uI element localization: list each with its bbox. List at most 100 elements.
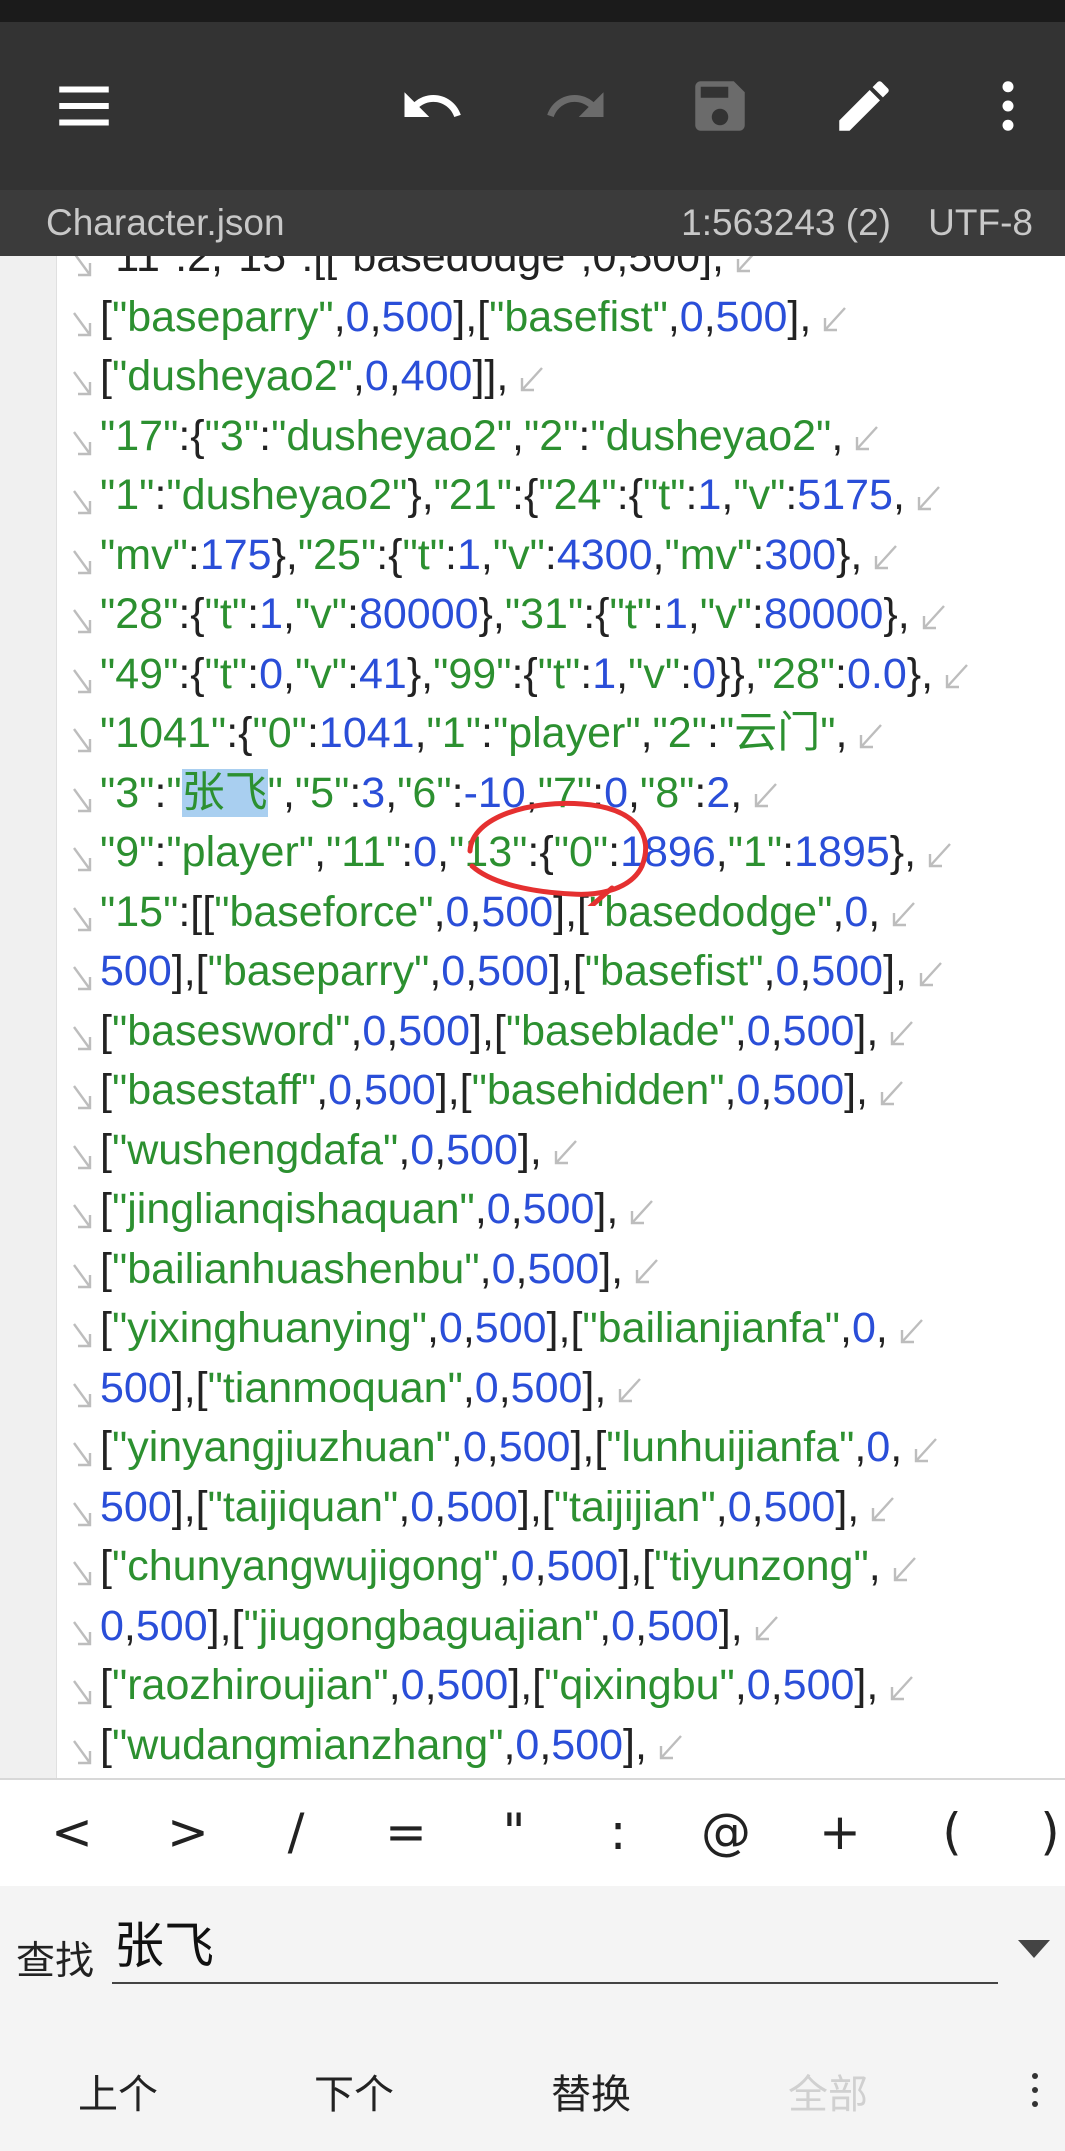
wrap-indicator-icon [68, 1668, 96, 1705]
code-token: "baseblade" [505, 1006, 735, 1055]
prev-button[interactable]: 上个 [38, 2062, 198, 2120]
code-line[interactable]: 500],["baseparry",0,500],["basefist",0,5… [60, 942, 1060, 1002]
code-line[interactable]: ["baseparry",0,500],["basefist",0,500], [60, 288, 1060, 348]
code-line[interactable]: ["yinyangjiuzhuan",0,500],["lunhuijianfa… [60, 1418, 1060, 1478]
editor-toolbar [0, 22, 1065, 190]
code-line[interactable]: ["yixinghuanying",0,500],["bailianjianfa… [60, 1299, 1060, 1359]
wrap-indicator-icon [68, 776, 96, 812]
wrap-indicator-icon [68, 954, 96, 991]
symbol-key[interactable]: : [578, 1794, 658, 1870]
code-editor[interactable]: "11":2,"15":[["basedodge",0,500], ["basep… [0, 256, 1065, 1778]
symbol-key[interactable]: ) [1010, 1794, 1065, 1870]
code-line[interactable]: "1041":{"0":1041,"1":"player","2":"云门", [60, 704, 1060, 764]
symbol-key[interactable]: " [474, 1794, 554, 1870]
code-line[interactable]: ["basestaff",0,500],["basehidden",0,500]… [60, 1061, 1060, 1121]
code-token: "dusheyao2" [166, 471, 408, 519]
code-token: ],[ [207, 1601, 244, 1650]
code-token: "player" [166, 828, 315, 876]
code-token: "basestaff" [111, 1066, 317, 1114]
code-token: , [512, 411, 524, 460]
code-token: , [469, 887, 482, 936]
wrap-indicator-icon [68, 895, 96, 931]
code-line[interactable]: ["wudangmianzhang",0,500], [60, 1716, 1060, 1776]
code-token: : [608, 828, 621, 876]
replace-button[interactable]: 替换 [511, 2062, 671, 2120]
code-line[interactable]: ["raozhiroujian",0,500],["qixingbu",0,50… [60, 1656, 1060, 1716]
edit-icon[interactable] [824, 66, 904, 146]
code-line[interactable]: "15":[["baseforce",0,500],["basedodge",0… [60, 883, 1060, 943]
code-line[interactable]: "11":2,"15":[["basedodge",0,500], [60, 256, 1060, 288]
symbol-key[interactable]: + [800, 1794, 880, 1870]
code-token: ], [854, 1661, 879, 1709]
code-line[interactable]: ["bailianhuashenbu",0,500], [60, 1240, 1060, 1300]
code-token: : [480, 709, 493, 757]
code-line[interactable]: "1":"dusheyao2"},"21":{"24":{"t":1,"v":5… [60, 466, 1060, 526]
code-token: }}, [716, 649, 757, 698]
symbol-key[interactable]: ( [912, 1794, 992, 1870]
code-token: , [799, 947, 812, 995]
code-line[interactable]: ["basesword",0,500],["baseblade",0,500], [60, 1002, 1060, 1062]
symbol-key[interactable]: @ [686, 1794, 766, 1870]
code-token: 0 [400, 1661, 425, 1709]
line-end-icon [755, 783, 778, 808]
code-line[interactable]: ["chunyangwujigong",0,500],["tiyunzong", [60, 1537, 1060, 1597]
code-token: "basefist" [489, 292, 668, 341]
code-token: , [715, 1482, 728, 1531]
code-line[interactable]: "17":{"3":"dusheyao2","2":"dusheyao2", [60, 407, 1060, 467]
symbol-key[interactable]: > [148, 1794, 228, 1870]
menu-icon[interactable] [44, 66, 124, 146]
code-token: , [386, 1006, 399, 1055]
encoding-label[interactable]: UTF-8 [928, 202, 1033, 244]
code-token: 0 [474, 1363, 499, 1412]
code-token: 500 [647, 1601, 719, 1650]
code-token: "1041" [100, 709, 227, 757]
next-button[interactable]: 下个 [274, 2062, 434, 2120]
symbol-key[interactable]: < [32, 1794, 112, 1870]
code-token: 0 [491, 1244, 516, 1293]
code-token: 500 [100, 1363, 172, 1412]
code-token: : [154, 768, 167, 817]
code-lines[interactable]: "11":2,"15":[["basedodge",0,500], ["basep… [60, 256, 1060, 1775]
code-token: 1895 [794, 828, 890, 876]
code-token: }, [271, 530, 298, 579]
code-token: ],[ [470, 1006, 506, 1055]
code-line[interactable]: "mv":175},"25":{"t":1,"v":4300,"mv":300}… [60, 526, 1060, 586]
code-token: , [434, 1482, 447, 1531]
replace-all-button[interactable]: 全部 [748, 2062, 908, 2120]
code-token: , [868, 1542, 881, 1590]
more-options-icon[interactable] [1025, 2070, 1045, 2110]
line-end-icon [891, 1021, 914, 1046]
code-token: "baseparry" [111, 292, 334, 341]
symbol-key[interactable]: / [256, 1794, 336, 1870]
code-line[interactable]: 500],["taijiquan",0,500],["taijijian",0,… [60, 1478, 1060, 1538]
code-token: }, [906, 649, 934, 698]
code-token: "yinyangjiuzhuan" [111, 1423, 451, 1471]
code-line[interactable]: ["dusheyao2",0,400]], [60, 347, 1060, 407]
code-token: "dusheyao2" [271, 411, 513, 460]
code-token: , [498, 1542, 511, 1590]
code-line[interactable]: "3":"张飞","5":3,"6":-10,"7":0,"8":2, [60, 764, 1060, 824]
more-vert-icon[interactable] [968, 66, 1048, 146]
code-token: : [680, 649, 693, 698]
code-token: : [259, 411, 272, 460]
symbol-key[interactable]: = [366, 1794, 446, 1870]
redo-icon[interactable] [536, 66, 616, 146]
code-token: : [401, 828, 414, 876]
save-icon[interactable] [680, 66, 760, 146]
code-line[interactable]: "9":"player","11":0,"13":{"0":1896,"1":1… [60, 823, 1060, 883]
undo-icon[interactable] [392, 66, 472, 146]
code-token: "9" [100, 828, 155, 876]
find-input[interactable]: 张飞 [112, 1910, 998, 1984]
code-line[interactable]: "49":{"t":0,"v":41},"99":{"t":1,"v":0}},… [60, 645, 1060, 705]
code-token: "3" [100, 768, 155, 817]
code-line[interactable]: "28":{"t":1,"v":80000},"31":{"t":1,"v":8… [60, 585, 1060, 645]
code-line[interactable]: ["wushengdafa",0,500], [60, 1121, 1060, 1181]
code-line[interactable]: ["jinglianqishaquan",0,500], [60, 1180, 1060, 1240]
code-line[interactable]: 500],["tianmoquan",0,500], [60, 1359, 1060, 1419]
code-line[interactable]: 0,500],["jiugongbaguajian",0,500], [60, 1597, 1060, 1657]
code-token: "t" [537, 649, 581, 698]
code-token: "t" [643, 471, 686, 519]
wrap-indicator-icon [68, 1311, 96, 1348]
code-token: 0 [345, 292, 370, 341]
find-dropdown-icon[interactable] [1018, 1940, 1050, 1958]
